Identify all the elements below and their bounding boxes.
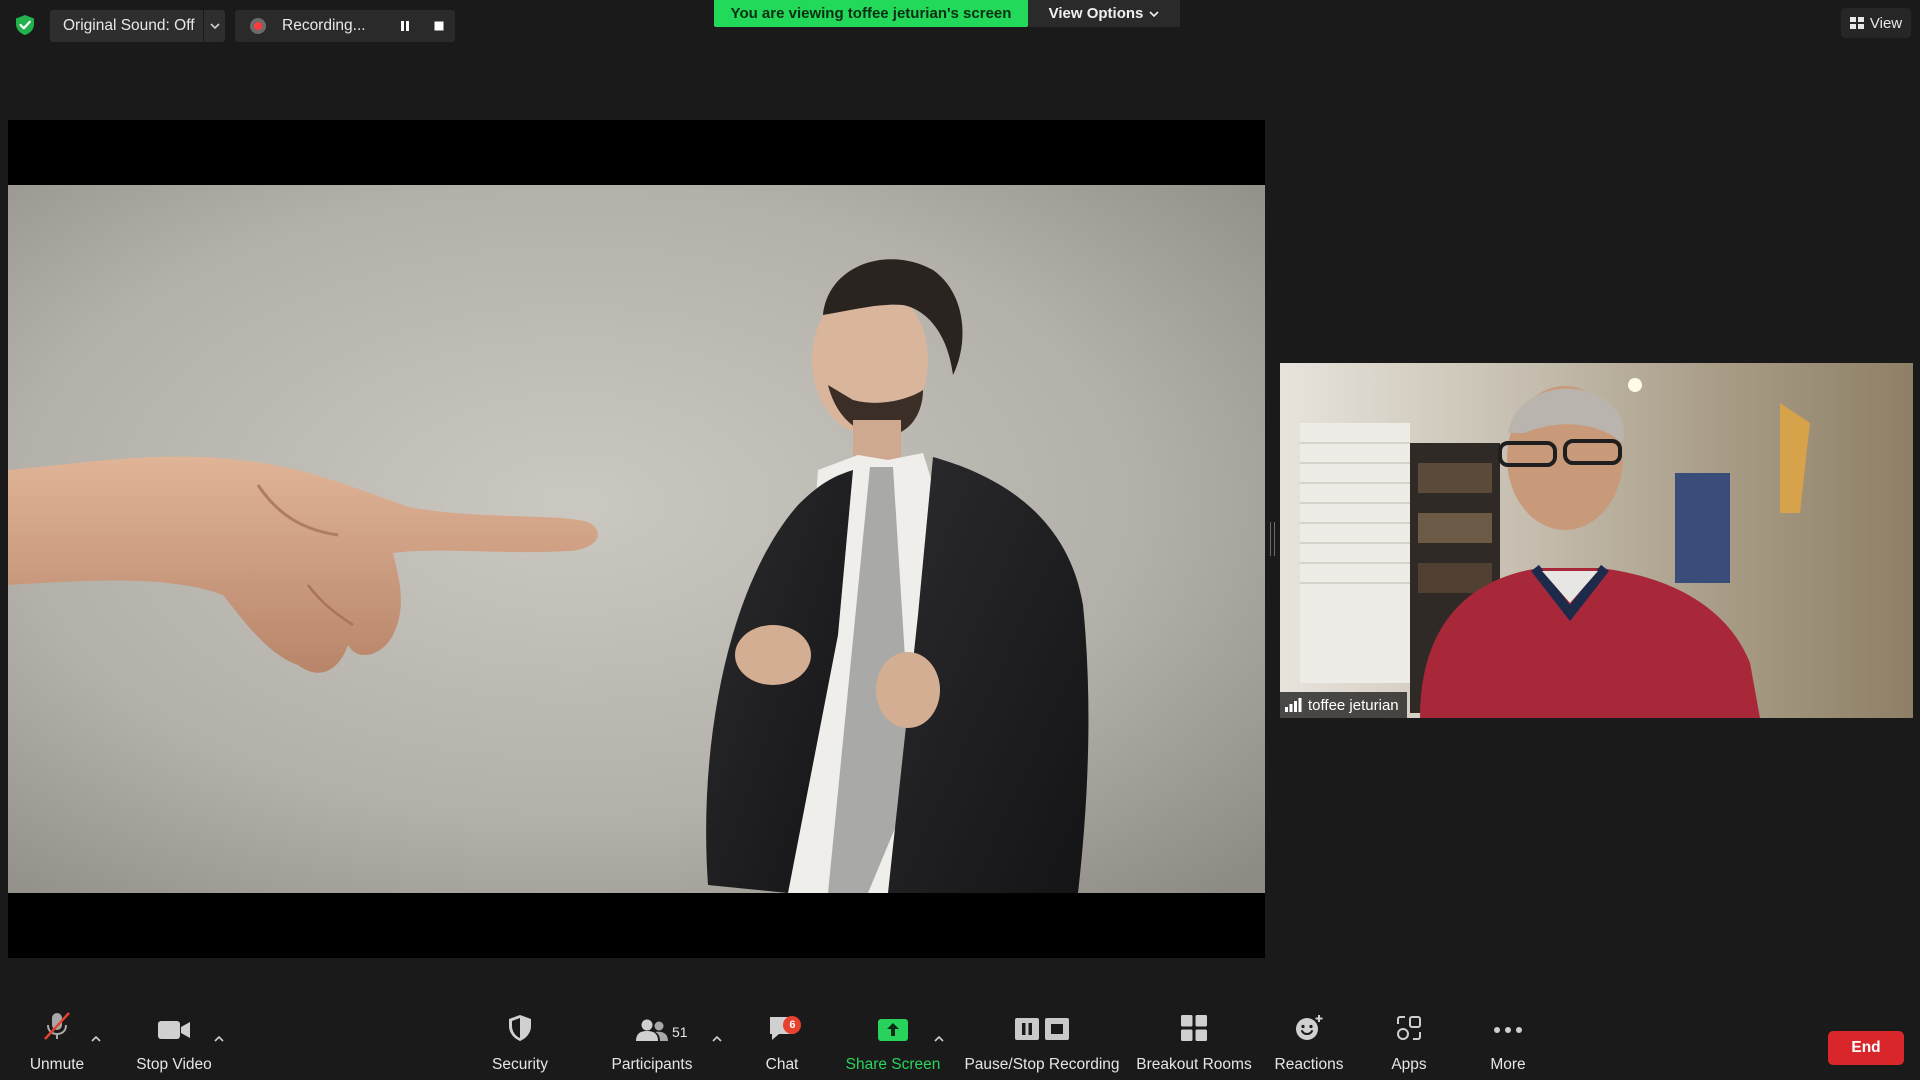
chat-button[interactable]: 6 Chat bbox=[746, 1004, 818, 1080]
video-camera-icon bbox=[158, 1021, 190, 1039]
signal-icon bbox=[1285, 698, 1302, 712]
participant-name: toffee jeturian bbox=[1308, 696, 1399, 714]
breakout-rooms-button[interactable]: Breakout Rooms bbox=[1132, 1004, 1256, 1080]
pause-icon bbox=[401, 21, 409, 31]
video-options-chevron-icon[interactable] bbox=[214, 1029, 228, 1042]
end-meeting-button[interactable]: End bbox=[1828, 1031, 1904, 1065]
security-label: Security bbox=[492, 1056, 548, 1073]
participants-button[interactable]: 51 Participants bbox=[602, 1004, 702, 1080]
view-button[interactable]: View bbox=[1841, 8, 1911, 38]
panel-splitter-handle[interactable] bbox=[1270, 522, 1275, 556]
chevron-down-icon bbox=[1149, 10, 1159, 17]
reactions-label: Reactions bbox=[1274, 1056, 1344, 1073]
original-sound-button[interactable]: Original Sound: Off bbox=[50, 17, 203, 35]
participant-video-feed bbox=[1280, 363, 1913, 718]
apps-button[interactable]: Apps bbox=[1374, 1004, 1444, 1080]
original-sound-chevron-down-icon[interactable] bbox=[203, 10, 225, 42]
shared-screen-image bbox=[8, 185, 1265, 893]
unmute-label: Unmute bbox=[29, 1056, 85, 1073]
recording-status: Recording... bbox=[235, 10, 455, 42]
shared-screen-illustration bbox=[8, 185, 1265, 893]
stop-icon bbox=[434, 21, 444, 31]
participants-count: 51 bbox=[672, 1024, 688, 1040]
recording-label: Recording... bbox=[282, 17, 366, 34]
share-screen-button[interactable]: Share Screen bbox=[846, 1004, 940, 1080]
pause-stop-recording-button[interactable]: Pause/Stop Recording bbox=[962, 1004, 1122, 1080]
stop-recording-button[interactable] bbox=[426, 15, 452, 37]
apps-label: Apps bbox=[1391, 1056, 1427, 1073]
reactions-button[interactable]: Reactions bbox=[1268, 1004, 1350, 1080]
shared-screen bbox=[8, 120, 1265, 958]
reactions-icon bbox=[1296, 1015, 1323, 1040]
pause-recording-button[interactable] bbox=[392, 15, 418, 37]
more-label: More bbox=[1490, 1056, 1526, 1073]
share-screen-icon bbox=[878, 1019, 908, 1041]
muted-mic-icon bbox=[44, 1012, 70, 1040]
grid-view-icon bbox=[1849, 17, 1864, 29]
apps-icon bbox=[1397, 1016, 1421, 1040]
meeting-toolbar: Unmute Stop Video Security 51 Participan… bbox=[0, 1004, 1920, 1080]
viewing-screen-banner: You are viewing toffee jeturian's screen bbox=[714, 0, 1028, 27]
audio-options-chevron-icon[interactable] bbox=[91, 1029, 105, 1042]
stop-video-label: Stop Video bbox=[136, 1056, 212, 1073]
security-shield-icon bbox=[509, 1015, 531, 1041]
view-options-button[interactable]: View Options bbox=[1028, 0, 1180, 27]
participants-options-chevron-icon[interactable] bbox=[712, 1029, 726, 1042]
stop-video-button[interactable]: Stop Video bbox=[128, 1004, 220, 1080]
share-screen-label: Share Screen bbox=[845, 1056, 941, 1073]
more-button[interactable]: More bbox=[1472, 1004, 1544, 1080]
encryption-shield-icon[interactable] bbox=[14, 14, 36, 36]
original-sound-control[interactable]: Original Sound: Off bbox=[50, 10, 225, 42]
participants-label: Participants bbox=[611, 1056, 693, 1073]
security-button[interactable]: Security bbox=[480, 1004, 560, 1080]
view-options-label: View Options bbox=[1048, 5, 1144, 22]
more-dots-icon bbox=[1494, 1027, 1522, 1033]
pause-stop-recording-icon bbox=[1015, 1018, 1069, 1040]
chat-label: Chat bbox=[765, 1056, 799, 1073]
view-label: View bbox=[1869, 14, 1903, 32]
breakout-rooms-label: Breakout Rooms bbox=[1136, 1056, 1252, 1073]
participants-icon bbox=[636, 1019, 668, 1041]
participant-name-tag: toffee jeturian bbox=[1280, 692, 1407, 718]
participant-video-tile[interactable]: toffee jeturian bbox=[1280, 363, 1913, 718]
pause-stop-recording-label: Pause/Stop Recording bbox=[964, 1056, 1120, 1073]
record-dot-icon bbox=[250, 18, 266, 34]
chat-badge: 6 bbox=[783, 1016, 802, 1034]
breakout-rooms-icon bbox=[1181, 1015, 1207, 1041]
unmute-button[interactable]: Unmute bbox=[22, 1004, 92, 1080]
share-options-chevron-icon[interactable] bbox=[934, 1029, 948, 1042]
